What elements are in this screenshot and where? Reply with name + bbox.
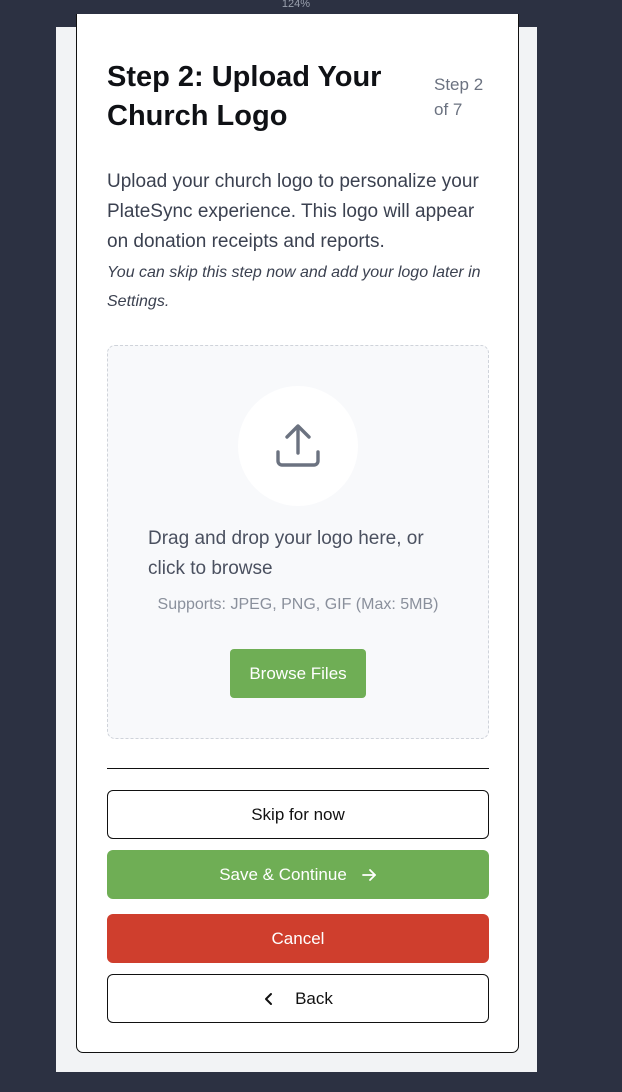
supported-formats: Supports: JPEG, PNG, GIF (Max: 5MB) (157, 596, 439, 613)
save-button-label: Save & Continue (219, 864, 347, 884)
back-button[interactable]: Back (107, 974, 489, 1023)
upload-icon-circle (238, 386, 358, 506)
upload-icon (271, 419, 325, 473)
divider (107, 768, 489, 769)
arrow-right-icon (361, 867, 377, 883)
step-indicator: Step 2 of 7 (434, 75, 484, 119)
skip-note: You can skip this step now and add your … (107, 264, 481, 310)
zoom-level-label: 124% (281, 0, 311, 10)
browse-files-button[interactable]: Browse Files (230, 649, 366, 698)
cancel-button-label: Cancel (271, 928, 325, 948)
skip-button-label: Skip for now (251, 804, 345, 824)
logo-dropzone[interactable]: Drag and drop your logo here, or click t… (107, 345, 489, 739)
skip-button[interactable]: Skip for now (107, 790, 489, 839)
page-title: Step 2: Upload Your Church Logo (107, 61, 382, 132)
chevron-left-icon (263, 992, 275, 1006)
cancel-button[interactable]: Cancel (107, 914, 489, 963)
back-button-label: Back (295, 988, 333, 1008)
dropzone-instruction: Drag and drop your logo here, or click t… (148, 528, 424, 579)
save-continue-button[interactable]: Save & Continue (107, 850, 489, 899)
description-text: Upload your church logo to personalize y… (107, 171, 479, 252)
